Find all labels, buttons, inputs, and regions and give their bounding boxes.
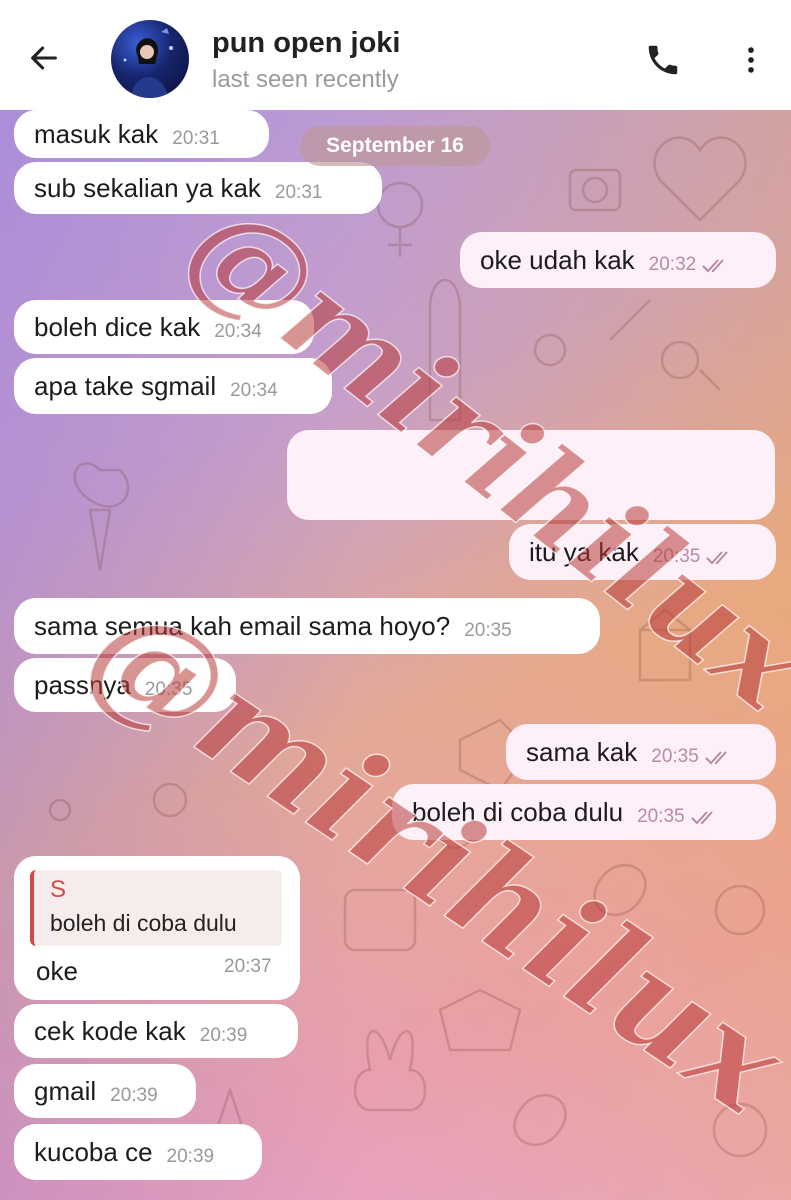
chat-area[interactable]: September 16 masuk kak 20:31 sub sekalia… bbox=[0, 110, 791, 1200]
message-out[interactable]: itu ya kak 20:35 bbox=[509, 524, 776, 580]
double-check-icon bbox=[705, 742, 733, 773]
message-text: cek kode kak bbox=[34, 1015, 186, 1046]
message-text: masuk kak bbox=[34, 118, 159, 149]
message-text: kucoba ce bbox=[34, 1136, 153, 1167]
message-time: 20:37 bbox=[224, 956, 272, 977]
message-time: 20:31 bbox=[274, 182, 323, 203]
message-time: 20:35 bbox=[637, 806, 685, 827]
message-time: 20:35 bbox=[651, 746, 699, 767]
more-options-button[interactable] bbox=[728, 37, 774, 83]
more-vertical-icon bbox=[748, 47, 754, 73]
message-in[interactable]: masuk kak 20:31 bbox=[14, 110, 269, 158]
message-in[interactable]: apa take sgmail 20:34 bbox=[14, 358, 332, 414]
message-time: 20:35 bbox=[144, 679, 193, 700]
message-time: 20:35 bbox=[652, 546, 701, 567]
chat-title[interactable]: pun open joki bbox=[212, 27, 401, 60]
message-in[interactable]: gmail 20:39 bbox=[14, 1064, 196, 1118]
message-text: sub sekalian ya kak bbox=[34, 172, 261, 203]
last-seen-status: last seen recently bbox=[212, 66, 399, 93]
double-check-icon bbox=[690, 802, 719, 833]
avatar[interactable] bbox=[111, 20, 189, 98]
message-in[interactable]: sub sekalian ya kak 20:31 bbox=[14, 162, 382, 214]
message-in[interactable]: sama semua kah email sama hoyo? 20:35 bbox=[14, 598, 600, 654]
back-button[interactable] bbox=[24, 38, 64, 78]
message-text: sama semua kah email sama hoyo? bbox=[34, 610, 451, 641]
message-time: 20:39 bbox=[199, 1025, 248, 1046]
phone-icon bbox=[648, 45, 678, 75]
message-in[interactable]: kucoba ce 20:39 bbox=[14, 1124, 262, 1180]
message-text: passnya bbox=[34, 669, 131, 700]
double-check-icon bbox=[706, 542, 734, 573]
chat-header: pun open joki last seen recently bbox=[0, 0, 791, 110]
message-time: 20:31 bbox=[172, 128, 220, 149]
message-in[interactable]: boleh dice kak 20:34 bbox=[14, 300, 314, 354]
reply-text: boleh di coba dulu bbox=[50, 910, 237, 936]
message-text: oke udah kak bbox=[480, 244, 635, 275]
message-text: apa take sgmail bbox=[34, 370, 217, 401]
message-out-redacted[interactable] bbox=[287, 430, 775, 520]
double-check-icon bbox=[702, 250, 730, 281]
reply-sender: S bbox=[50, 876, 67, 903]
message-text: boleh dice kak bbox=[34, 311, 201, 342]
arrow-left-icon bbox=[31, 46, 57, 70]
message-text: oke bbox=[36, 956, 78, 986]
message-time: 20:35 bbox=[464, 620, 512, 641]
message-out[interactable]: sama kak 20:35 bbox=[506, 724, 776, 780]
message-text: sama kak bbox=[526, 736, 638, 767]
message-time: 20:39 bbox=[166, 1146, 215, 1167]
message-out[interactable]: oke udah kak 20:32 bbox=[460, 232, 776, 288]
message-text: boleh di coba dulu bbox=[412, 796, 624, 827]
message-text: gmail bbox=[34, 1075, 97, 1106]
reply-quote[interactable]: S boleh di coba dulu bbox=[30, 870, 282, 946]
message-time: 20:39 bbox=[110, 1085, 158, 1106]
message-time: 20:34 bbox=[230, 380, 278, 401]
call-button[interactable] bbox=[640, 37, 686, 83]
date-separator: September 16 bbox=[300, 126, 490, 166]
message-out[interactable]: boleh di coba dulu 20:35 bbox=[392, 784, 776, 840]
message-time: 20:32 bbox=[648, 254, 697, 275]
message-in[interactable]: passnya 20:35 bbox=[14, 658, 236, 712]
message-text: itu ya kak bbox=[529, 536, 639, 567]
message-in-reply[interactable]: S boleh di coba dulu oke 20:37 bbox=[14, 856, 300, 1000]
message-time: 20:34 bbox=[214, 321, 262, 342]
message-in[interactable]: cek kode kak 20:39 bbox=[14, 1004, 298, 1058]
